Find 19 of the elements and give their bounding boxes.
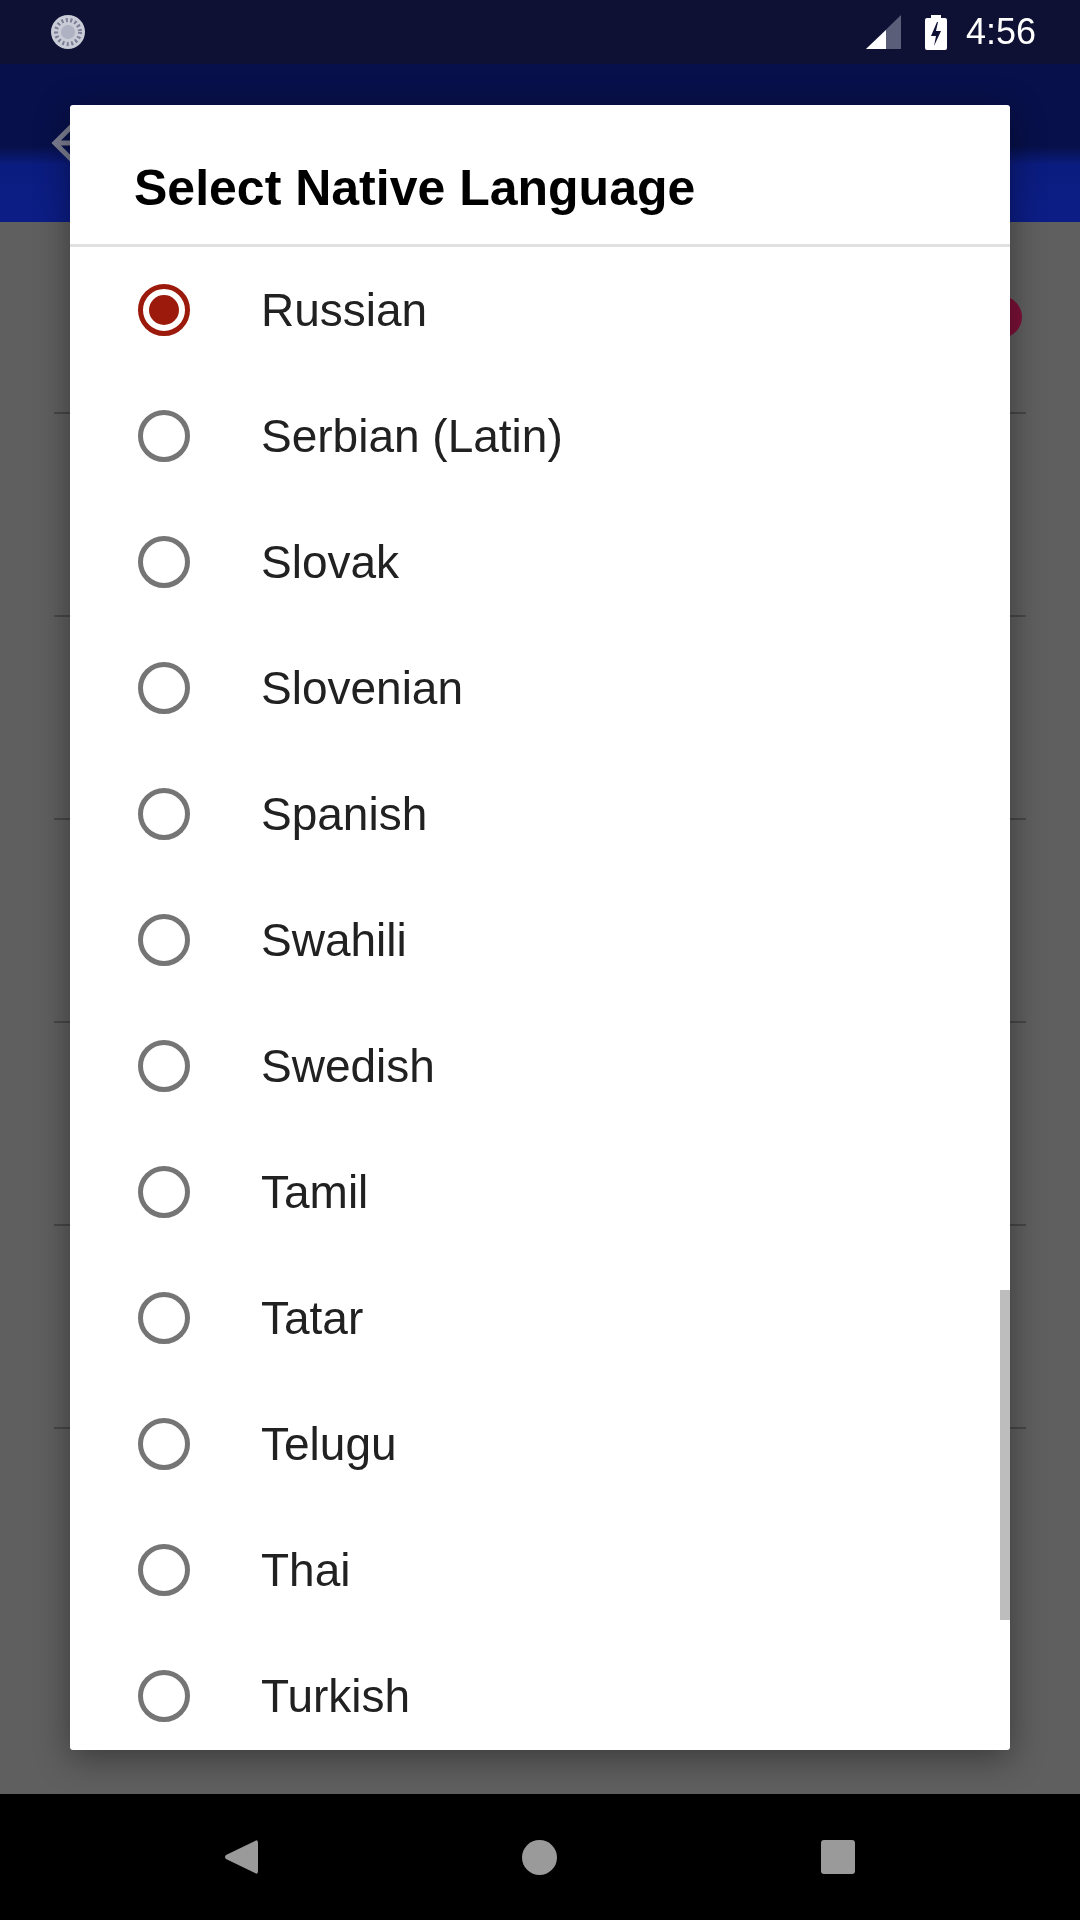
language-option[interactable]: Spanish [70, 751, 1010, 877]
language-option[interactable]: Slovenian [70, 625, 1010, 751]
dialog-title: Select Native Language [134, 160, 696, 216]
home-icon[interactable] [522, 1839, 557, 1875]
language-option[interactable]: Slovak [70, 499, 1010, 625]
language-option[interactable]: Russian [70, 247, 1010, 373]
battery-charging-icon [924, 14, 947, 50]
language-option[interactable]: Thai [70, 1507, 1010, 1633]
signal-icon [865, 15, 901, 49]
back-icon[interactable] [224, 1839, 258, 1875]
language-option[interactable]: Tatar [70, 1255, 1010, 1381]
language-option[interactable]: Tamil [70, 1129, 1010, 1255]
language-option[interactable]: Turkish [70, 1633, 1010, 1750]
status-time: 4:56 [965, 14, 1036, 50]
language-option[interactable]: Telugu [70, 1381, 1010, 1507]
dial-icon [50, 14, 86, 50]
language-option[interactable]: Swahili [70, 877, 1010, 1003]
language-option[interactable]: Swedish [70, 1003, 1010, 1129]
language-option[interactable]: Serbian (Latin) [70, 373, 1010, 499]
